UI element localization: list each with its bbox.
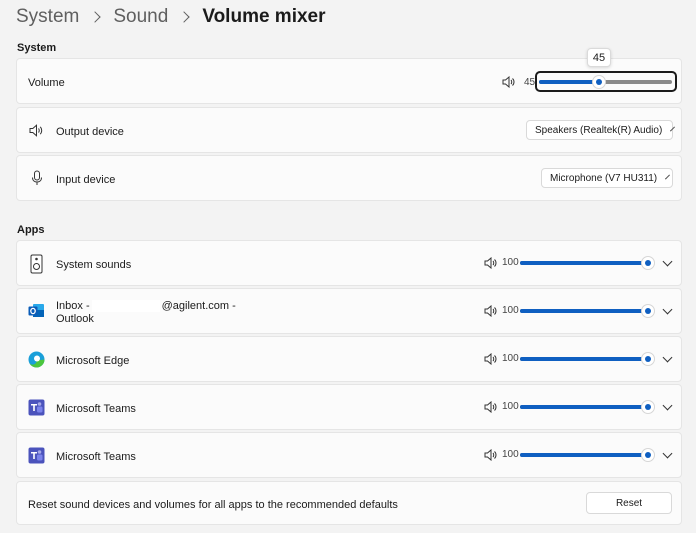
chevron-right-icon — [89, 11, 102, 23]
system-section-heading: System — [17, 42, 57, 54]
app-volume-thumb[interactable] — [641, 304, 655, 318]
app-volume-fill — [520, 405, 648, 409]
app-volume-thumb[interactable] — [641, 256, 655, 270]
speaker-icon[interactable] — [484, 257, 497, 269]
page-title: Volume mixer — [202, 6, 326, 27]
app-volume-value: 100 — [502, 449, 519, 460]
output-device-dropdown[interactable]: Speakers (Realtek(R) Audio) — [526, 120, 676, 140]
chevron-down-icon — [670, 126, 676, 131]
app-name: Microsoft Edge — [56, 355, 130, 367]
speaker-icon[interactable] — [502, 76, 515, 88]
teams-icon — [28, 447, 45, 464]
reset-card: Reset sound devices and volumes for all … — [16, 481, 682, 525]
chevron-down-icon — [665, 174, 671, 179]
speaker-icon[interactable] — [484, 449, 497, 461]
breadcrumb: System Sound Volume mixer — [16, 4, 326, 30]
speaker-icon — [29, 124, 43, 137]
breadcrumb-system[interactable]: System — [16, 6, 79, 28]
input-device-label: Input device — [56, 174, 116, 186]
output-device-selected: Speakers (Realtek(R) Audio) — [535, 124, 663, 136]
volume-value: 45 — [524, 77, 536, 88]
reset-button[interactable]: Reset — [586, 492, 672, 514]
app-volume-fill — [520, 357, 648, 361]
speaker-device-icon — [30, 254, 43, 274]
app-name-line2: Outlook — [56, 313, 94, 325]
output-device-card: Output device Speakers (Realtek(R) Audio… — [16, 107, 682, 153]
volume-tooltip: 45 — [587, 48, 611, 67]
output-device-label: Output device — [56, 126, 124, 138]
edge-icon — [28, 351, 45, 368]
volume-label: Volume — [28, 77, 65, 89]
app-volume-thumb[interactable] — [641, 400, 655, 414]
reset-description: Reset sound devices and volumes for all … — [28, 499, 398, 511]
teams-icon — [28, 399, 45, 416]
redacted-email — [91, 300, 160, 313]
input-device-selected: Microphone (V7 HU311) — [550, 172, 658, 184]
app-volume-value: 100 — [502, 401, 519, 412]
microphone-icon — [32, 170, 42, 185]
chevron-right-icon — [178, 11, 190, 23]
app-volume-value: 100 — [502, 257, 519, 268]
speaker-icon[interactable] — [484, 353, 497, 365]
app-volume-value: 100 — [502, 305, 519, 316]
outlook-icon — [28, 304, 44, 317]
speaker-icon[interactable] — [484, 305, 497, 317]
app-name: System sounds — [56, 259, 132, 271]
app-volume-thumb[interactable] — [641, 448, 655, 462]
app-name: Microsoft Teams — [56, 403, 136, 415]
app-volume-value: 100 — [502, 353, 519, 364]
speaker-icon[interactable] — [484, 401, 497, 413]
app-volume-fill — [520, 261, 648, 265]
app-volume-fill — [520, 453, 648, 457]
app-volume-fill — [520, 309, 648, 313]
app-name: Microsoft Teams — [56, 451, 136, 463]
slider-focus-ring — [535, 71, 677, 92]
app-name-line1: Inbox - @agilent.com - — [56, 300, 236, 313]
input-device-card: Input device Microphone (V7 HU311) — [16, 155, 682, 201]
input-device-dropdown[interactable]: Microphone (V7 HU311) — [541, 168, 673, 188]
apps-section-heading: Apps — [17, 224, 45, 236]
breadcrumb-sound[interactable]: Sound — [113, 6, 168, 28]
app-volume-thumb[interactable] — [641, 352, 655, 366]
